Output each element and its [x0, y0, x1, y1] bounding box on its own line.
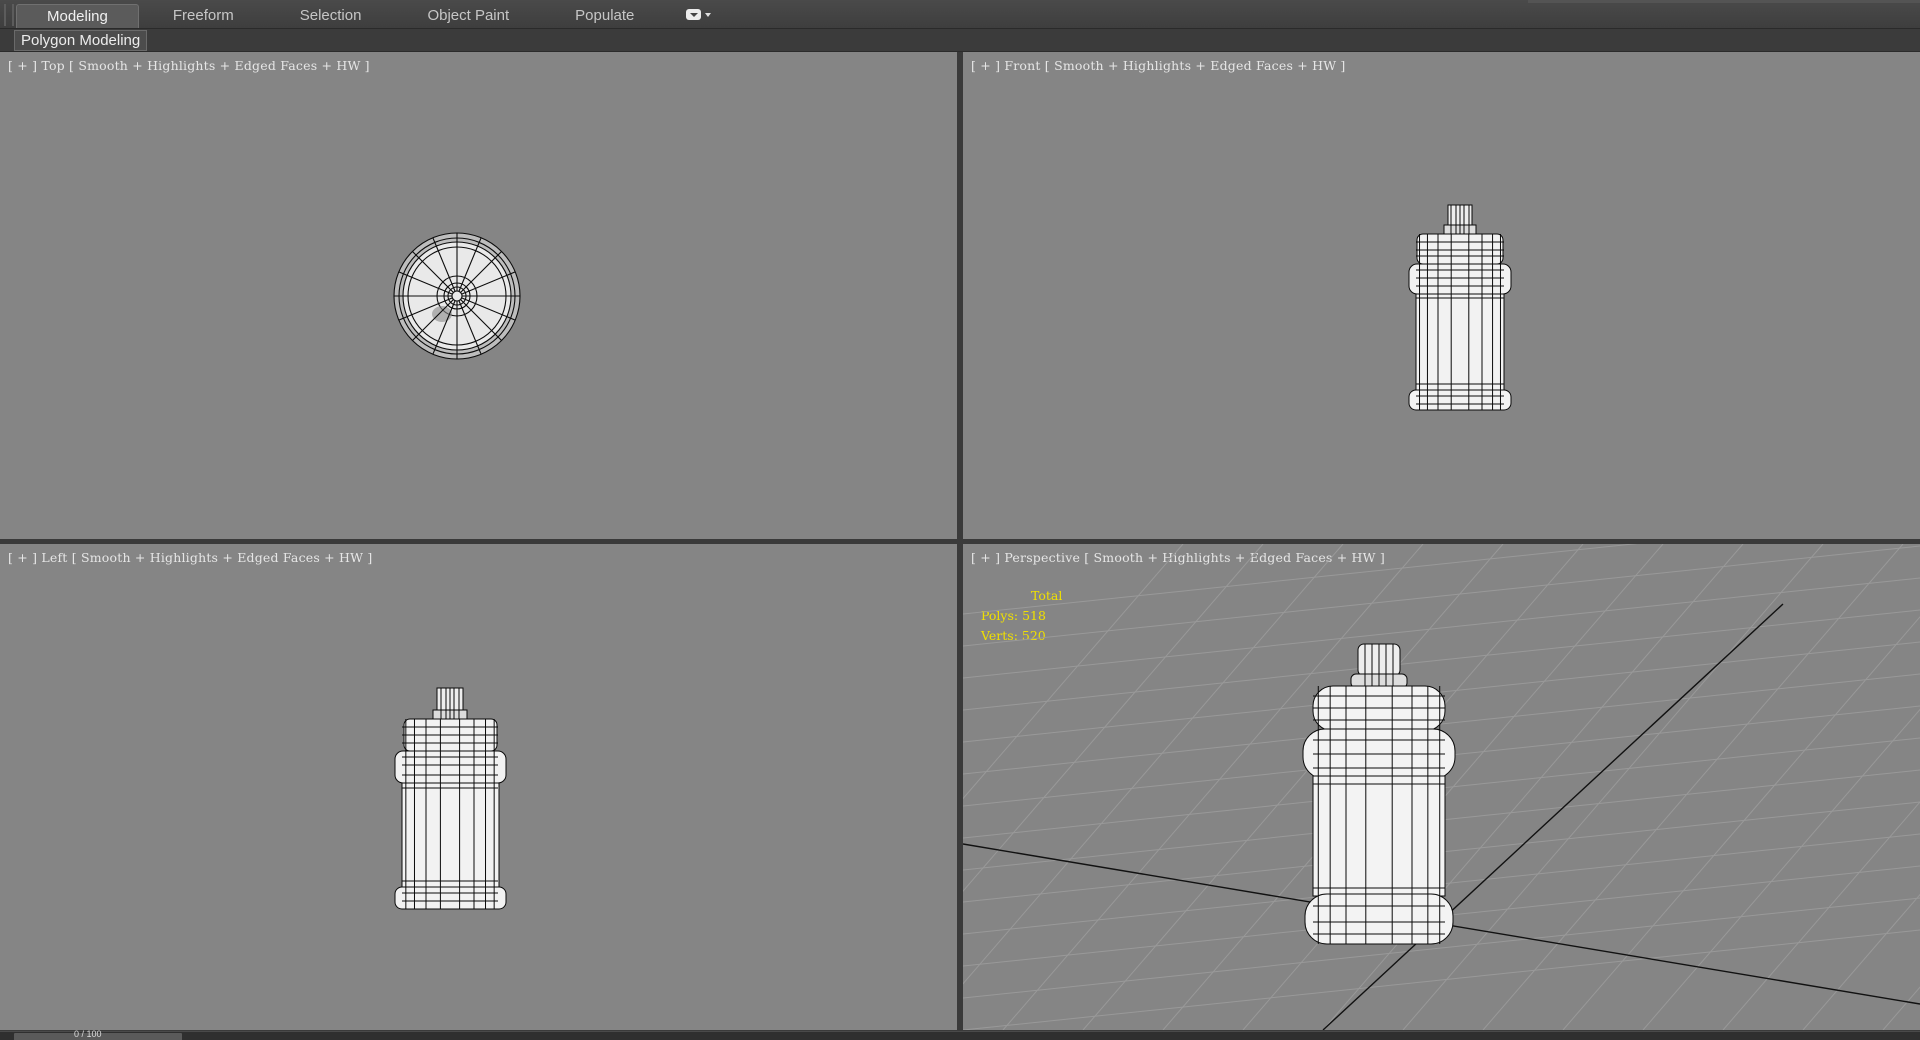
perspective-grid-and-bottle	[963, 544, 1920, 1030]
ribbon-tab-bar: Modeling Freeform Selection Object Paint…	[0, 0, 1920, 29]
ribbon-options-icon[interactable]	[686, 9, 716, 23]
tab-populate[interactable]: Populate	[543, 4, 666, 28]
ribbon-tabs: Modeling Freeform Selection Object Paint…	[16, 4, 716, 28]
top-view-bottle-wireframe	[393, 232, 521, 360]
grid-line	[963, 544, 1184, 800]
time-slider-frame: 0 / 100	[74, 1029, 102, 1039]
ribbon-minimize-icon	[686, 9, 702, 20]
grid-line	[963, 545, 1920, 647]
tab-freeform[interactable]: Freeform	[141, 4, 266, 28]
grid-line	[963, 577, 1920, 679]
front-view-bottle-wireframe	[1408, 204, 1512, 411]
grid-line	[1642, 708, 1920, 1030]
grid-line	[1242, 544, 1664, 1030]
ribbon-right-strip	[1528, 0, 1920, 3]
grid-line	[1882, 986, 1920, 1030]
tab-modeling[interactable]: Modeling	[16, 4, 139, 28]
viewport-top[interactable]: [ + ] Top [ Smooth + Highlights + Edged …	[0, 52, 957, 539]
time-slider[interactable]: 0 / 100	[14, 1029, 182, 1040]
grid-line	[963, 544, 1264, 892]
viewport-front[interactable]: [ + ] Front [ Smooth + Highlights + Edge…	[963, 52, 1920, 539]
ribbon-panel-bar: Polygon Modeling	[0, 29, 1920, 52]
viewport-area: [ + ] Top [ Smooth + Highlights + Edged …	[0, 52, 1920, 1030]
grid-line	[963, 641, 1920, 743]
viewport-perspective[interactable]: [ + ] Perspective [ Smooth + Highlights …	[963, 544, 1920, 1030]
timeline-bar: 0 / 100	[0, 1029, 1920, 1040]
tab-object-paint[interactable]: Object Paint	[395, 4, 541, 28]
ribbon-grip-handle[interactable]	[4, 4, 14, 26]
grid-line	[963, 544, 1638, 615]
max-application: Modeling Freeform Selection Object Paint…	[0, 0, 1920, 1040]
left-view-bottle-wireframe	[394, 687, 507, 910]
polygon-modeling-panel-button[interactable]: Polygon Modeling	[14, 30, 148, 51]
tab-selection[interactable]: Selection	[268, 4, 394, 28]
grid-line	[963, 544, 1344, 985]
viewport-left[interactable]: [ + ] Left [ Smooth + Highlights + Edged…	[0, 544, 957, 1030]
chevron-down-icon	[705, 13, 712, 17]
grid-line	[1802, 893, 1920, 1030]
